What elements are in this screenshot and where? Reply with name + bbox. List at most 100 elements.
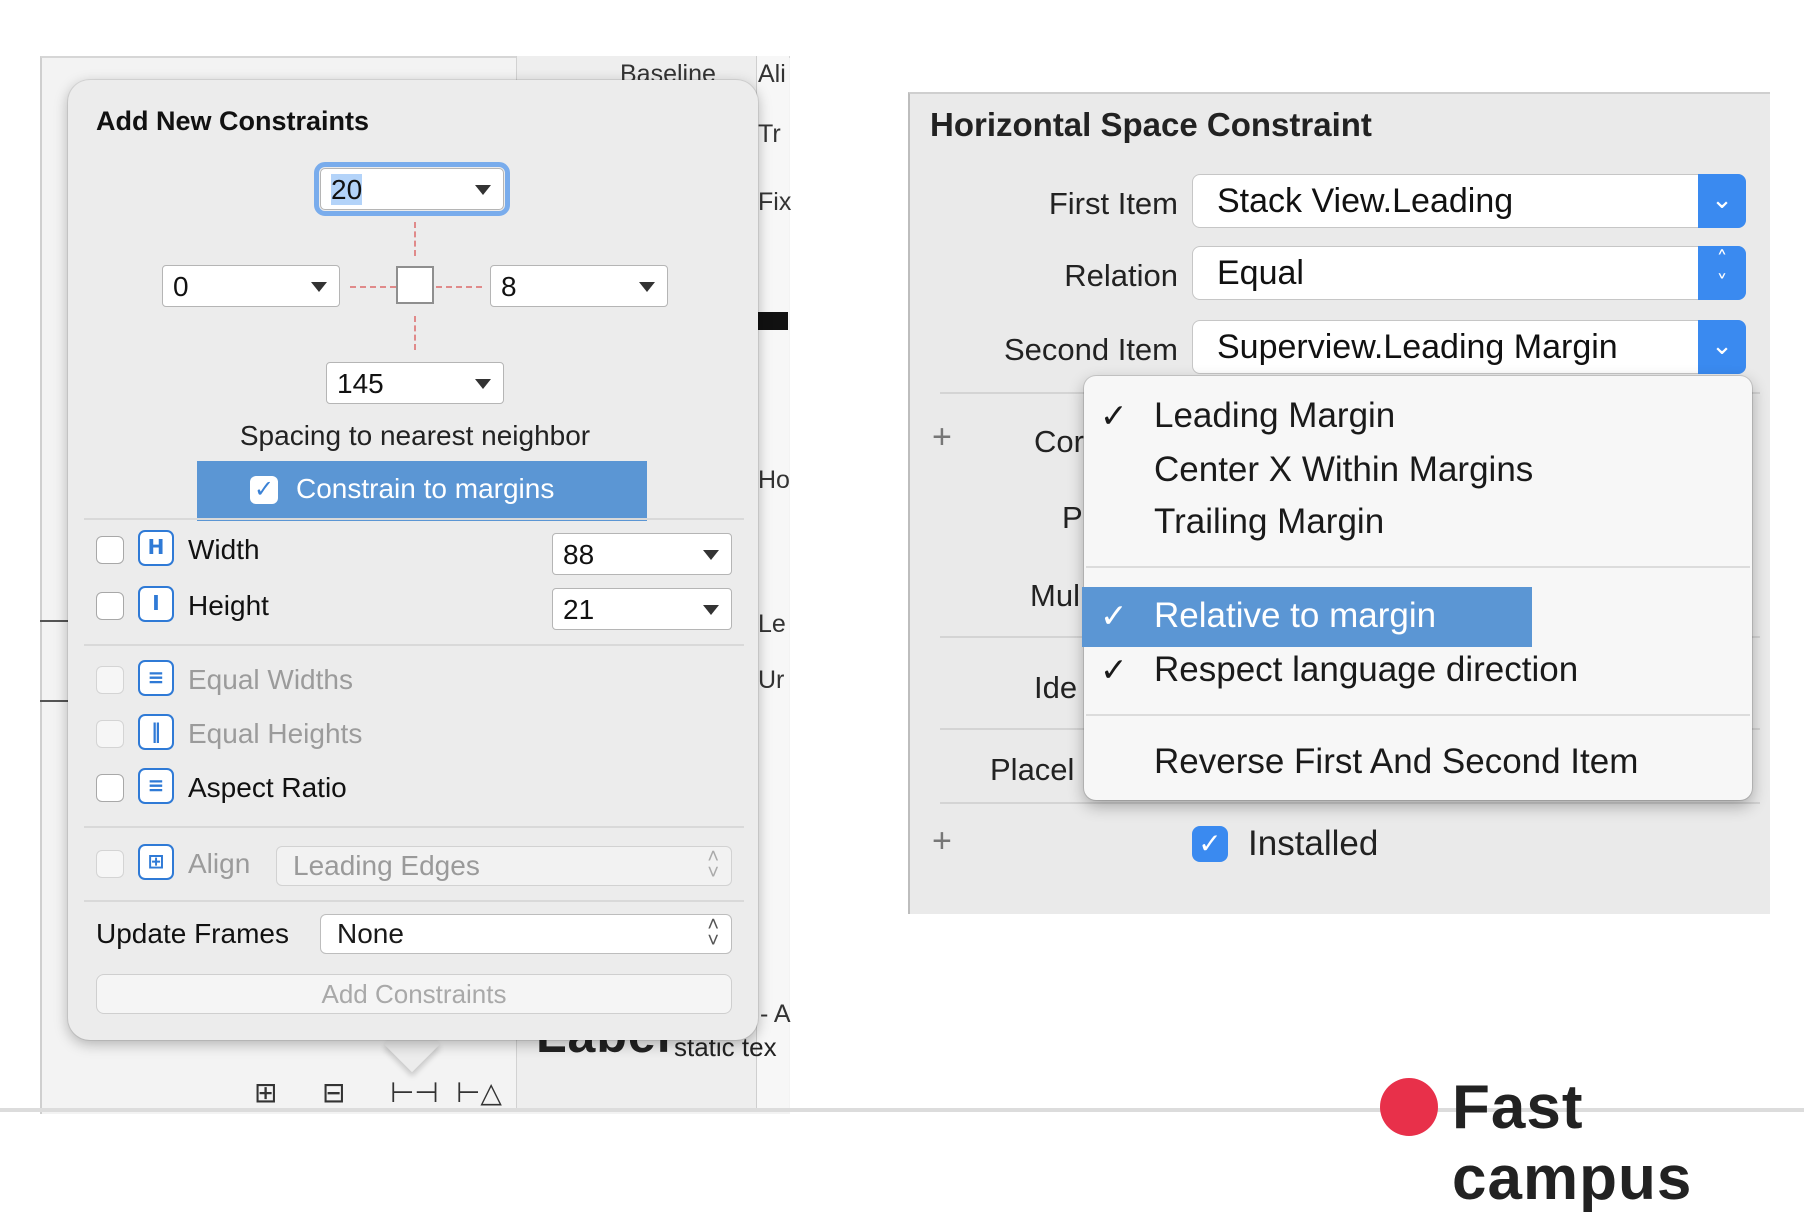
chevron-down-icon[interactable] (311, 282, 327, 292)
leading-spacing-field[interactable]: 0 (162, 265, 340, 307)
right-strut[interactable] (436, 286, 482, 288)
selected-view-box (396, 266, 434, 304)
checkmark-icon[interactable]: ✓ (250, 476, 278, 504)
height-constraint-icon: I (138, 586, 174, 622)
height-value: 21 (563, 594, 595, 625)
installed-checkbox[interactable]: ✓ (1192, 826, 1228, 862)
multiplier-label: Mul (1030, 578, 1080, 613)
divider (940, 802, 1760, 804)
second-item-value: Superview.Leading Margin (1217, 328, 1618, 366)
up-down-chevron-icon[interactable]: ˄ ˅ (1698, 246, 1746, 300)
equal-widths-icon: ≡ (138, 660, 174, 696)
chevron-down-icon[interactable] (475, 185, 491, 195)
aspect-ratio-icon: ≡ (138, 768, 174, 804)
canvas-line (40, 700, 70, 702)
stack-icon[interactable]: ⊞ (254, 1076, 277, 1109)
placeholder-label: Placel (990, 752, 1075, 787)
popover-title: Add New Constraints (96, 106, 370, 136)
bottom-spacing-value: 145 (337, 368, 384, 399)
divider (84, 826, 744, 828)
relation-value: Equal (1217, 254, 1304, 292)
menu-item-respect-language[interactable]: Respect language direction (1154, 650, 1578, 690)
aspect-ratio-checkbox[interactable] (96, 774, 124, 802)
align-checkbox[interactable] (96, 850, 124, 878)
first-item-popup[interactable]: Stack View.Leading ⌄ (1192, 174, 1746, 228)
chevron-down-icon[interactable] (475, 379, 491, 389)
relation-popup[interactable]: Equal ˄ ˅ (1192, 246, 1746, 300)
first-item-label: First Item (1048, 186, 1178, 221)
align-icon: ⊞ (138, 844, 174, 880)
equal-heights-label: Equal Heights (188, 718, 363, 749)
chevron-down-icon[interactable] (703, 550, 719, 560)
plus-icon[interactable]: + (932, 418, 952, 457)
top-strut[interactable] (414, 222, 416, 256)
menu-item-center-x[interactable]: Center X Within Margins (1154, 450, 1533, 490)
align-select[interactable]: Leading Edges ˄ ˅ (276, 846, 732, 886)
spacing-label: Spacing to nearest neighbor (239, 420, 591, 451)
second-item-label: Second Item (1003, 332, 1178, 367)
chevron-down-icon[interactable] (639, 282, 655, 292)
trailing-spacing-value: 8 (501, 271, 517, 302)
width-label: Width (188, 534, 260, 565)
width-value: 88 (563, 539, 595, 570)
update-frames-value: None (337, 918, 404, 949)
leading-spacing-value: 0 (173, 271, 189, 302)
bg-label-ur: Ur (758, 666, 785, 694)
top-spacing-field[interactable]: 20 (314, 162, 510, 216)
second-item-popup[interactable]: Superview.Leading Margin ⌄ (1192, 320, 1746, 374)
relation-label: Relation (1064, 258, 1178, 293)
resolve-issues-icon[interactable]: ⊢△ (456, 1076, 502, 1109)
plus-icon[interactable]: + (932, 822, 952, 861)
chevron-down-icon[interactable]: ⌄ (1698, 174, 1746, 228)
bg-label-fix: Fix (758, 188, 792, 216)
height-field[interactable]: 21 (552, 588, 732, 630)
checkmark-icon: ✓ (1100, 396, 1128, 435)
menu-item-relative-to-margin[interactable]: Relative to margin (1154, 596, 1436, 636)
aspect-ratio-label: Aspect Ratio (188, 772, 347, 803)
up-down-chevron-icon: ˄ ˅ (707, 914, 719, 952)
width-field[interactable]: 88 (552, 533, 732, 575)
menu-item-reverse-items[interactable]: Reverse First And Second Item (1154, 742, 1638, 782)
constrain-to-margins-label: Constrain to margins (296, 473, 555, 504)
chevron-down-icon[interactable]: ⌄ (1698, 320, 1746, 374)
identifier-label: Ide (1034, 670, 1078, 705)
height-checkbox[interactable] (96, 592, 124, 620)
divider (84, 518, 744, 520)
menu-divider (1086, 714, 1750, 716)
trailing-spacing-field[interactable]: 8 (490, 265, 668, 307)
height-label: Height (188, 590, 269, 621)
checkmark-icon: ✓ (1100, 596, 1128, 635)
fastcampus-logo-text: Fast campus (1452, 1073, 1693, 1213)
up-down-chevron-icon: ˄ ˅ (707, 846, 719, 884)
align-icon[interactable]: ⊟ (322, 1076, 345, 1109)
left-strut[interactable] (350, 286, 396, 288)
bottom-strut[interactable] (414, 316, 416, 350)
bg-color-swatch (758, 312, 788, 330)
menu-item-leading-margin[interactable]: Leading Margin (1154, 396, 1395, 436)
width-checkbox[interactable] (96, 536, 124, 564)
bg-label-le: Le (758, 610, 786, 638)
align-label: Align (188, 848, 251, 879)
chevron-down-icon[interactable] (703, 605, 719, 615)
top-spacing-value: 20 (331, 174, 363, 205)
update-frames-select[interactable]: None ˄ ˅ (320, 914, 732, 954)
installed-label: Installed (1248, 824, 1379, 863)
bg-label-a: - A (760, 1000, 791, 1028)
bg-label-ho: Ho (758, 466, 790, 494)
fastcampus-logo-icon (1380, 1078, 1438, 1136)
width-constraint-icon: H (138, 530, 174, 566)
bg-label-tr: Tr (758, 120, 781, 148)
divider (84, 900, 744, 902)
equal-heights-checkbox[interactable] (96, 720, 124, 748)
update-frames-label: Update Frames (96, 918, 289, 949)
align-value: Leading Edges (293, 850, 480, 881)
first-item-value: Stack View.Leading (1217, 182, 1514, 220)
add-constraints-button[interactable]: Add Constraints (96, 974, 732, 1014)
bottom-spacing-field[interactable]: 145 (326, 362, 504, 404)
constant-label: Cor (1034, 424, 1084, 459)
equal-heights-icon: ‖ (138, 714, 174, 750)
menu-item-trailing-margin[interactable]: Trailing Margin (1154, 502, 1384, 542)
pin-icon[interactable]: ⊢⊣ (390, 1076, 439, 1109)
equal-widths-checkbox[interactable] (96, 666, 124, 694)
equal-widths-label: Equal Widths (188, 664, 353, 695)
